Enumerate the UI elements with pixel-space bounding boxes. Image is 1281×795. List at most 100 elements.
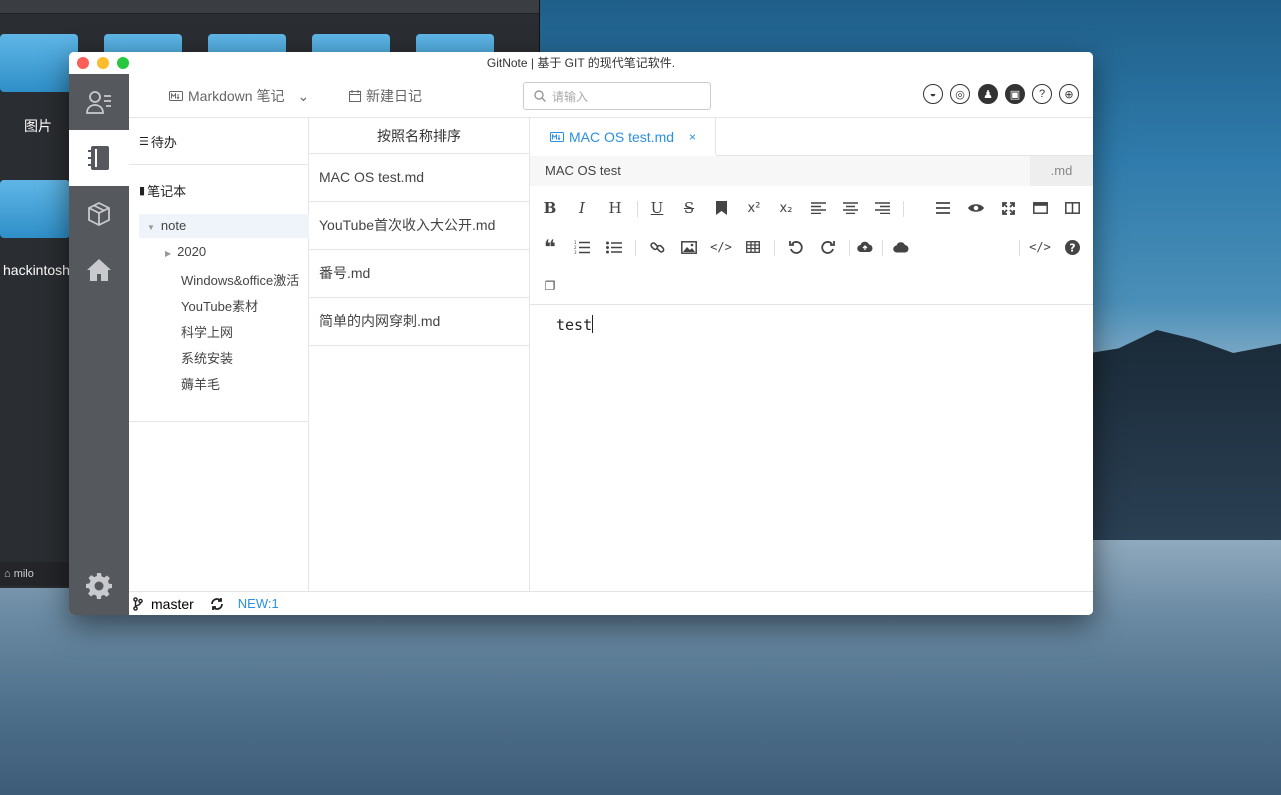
toolbar-separator [635,240,636,256]
branch-name[interactable]: master [151,596,194,612]
maximize-window-button[interactable] [117,57,129,69]
superscript-button[interactable]: x² [743,197,765,219]
pictures-folder-icon[interactable] [0,34,78,92]
editor-panel: MAC OS test.md × MAC OS test .md B I H U… [530,117,1093,591]
settings-nav-button[interactable] [69,558,129,614]
search-input[interactable]: 请输入 [523,82,711,110]
window-titlebar: GitNote | 基于 GIT 的现代笔记软件. [69,52,1093,74]
note-item[interactable]: 简单的内网穿刺.md [309,298,529,346]
bilibili-icon[interactable]: ▣ [1005,84,1025,104]
note-item[interactable]: 番号.md [309,250,529,298]
weibo-icon[interactable]: ◎ [950,84,970,104]
help-button[interactable]: ? [1061,236,1083,258]
copy-button[interactable]: ❐ [539,275,561,297]
image-button[interactable] [678,236,700,258]
unordered-list-button[interactable] [603,236,625,258]
markdown-icon [550,131,564,142]
table-icon [746,241,760,253]
notebook-small-icon: ▮ [139,185,146,197]
minimize-window-button[interactable] [97,57,109,69]
close-tab-icon[interactable]: × [689,130,696,144]
user-list-icon [86,91,111,114]
markdown-icon [169,91,183,101]
markdown-notes-dropdown[interactable]: Markdown 笔记 ⌄ [169,86,309,106]
code-icon: </> [1029,240,1051,254]
note-item[interactable]: YouTube首次收入大公开.md [309,202,529,250]
tab-mac-os-test[interactable]: MAC OS test.md × [530,118,716,155]
close-window-button[interactable] [77,57,89,69]
align-center-button[interactable] [839,197,861,219]
sync-icon[interactable] [210,597,224,611]
gear-icon [86,573,112,599]
gitnote-window: GitNote | 基于 GIT 的现代笔记软件. Markdown 笔记 ⌄ [69,52,1093,615]
markdown-editor[interactable]: test [530,304,1093,592]
status-bar: master NEW:1 [129,591,1093,615]
help-icon[interactable]: ? [1032,84,1052,104]
todo-label: 待办 [150,135,177,150]
toolbar-separator [774,240,775,256]
note-item[interactable]: MAC OS test.md [309,154,529,202]
profile-nav-button[interactable] [69,74,129,130]
cloud-upload-button[interactable] [854,236,876,258]
git-branch-icon [133,596,143,611]
tree-item-2020[interactable]: ▶ 2020 [165,244,206,259]
preview-button[interactable] [965,197,987,219]
code-button[interactable]: </> [710,236,732,258]
app-header: Markdown 笔记 ⌄ 新建日记 请输入 ◒ ◎ ♟ ▣ ? ⊕ [129,74,1093,117]
align-left-button[interactable] [807,197,829,219]
globe-icon[interactable]: ⊕ [1059,84,1079,104]
text-caret [592,315,594,333]
notebook-icon [88,146,109,170]
editor-text-line: test [556,316,593,334]
wechat-icon[interactable]: ◒ [923,84,943,104]
sort-by-name-button[interactable]: 按照名称排序 [309,118,529,154]
bookmark-button[interactable] [710,197,732,219]
align-right-button[interactable] [871,197,893,219]
underline-button[interactable]: U [646,197,668,219]
notebook-section[interactable]: ▮ 笔记本 [139,181,186,200]
finder-path-bar: ⌂ milo [0,562,70,586]
tab-label: MAC OS test.md [569,128,675,145]
heading-button[interactable]: H [604,197,626,219]
qq-icon[interactable]: ♟ [978,84,998,104]
tree-item-windows-office[interactable]: Windows&office激活 [181,270,309,289]
cloud-upload-icon [857,241,873,253]
tree-item-youtube[interactable]: YouTube素材 [181,296,258,315]
subscript-button[interactable]: x₂ [775,197,797,219]
window-title: GitNote | 基于 GIT 的现代笔记软件. [486,56,676,70]
italic-button[interactable]: I [571,197,593,219]
link-button[interactable] [646,236,668,258]
split-view-button[interactable] [1061,197,1083,219]
notebook-nav-button[interactable] [69,130,129,186]
table-button[interactable] [742,236,764,258]
editor-content[interactable]: test [556,315,594,334]
todo-list-icon: ☰ [139,136,149,148]
packages-nav-button[interactable] [69,186,129,242]
todo-section[interactable]: ☰ 待办 [139,132,177,151]
redo-icon [821,241,835,254]
tree-item-system-install[interactable]: 系统安装 [181,348,233,367]
undo-icon [789,241,803,254]
note-title-input[interactable]: MAC OS test [530,156,1030,186]
redo-button[interactable] [817,236,839,258]
hackintosh-folder-icon[interactable] [0,180,70,238]
new-changes-badge[interactable]: NEW:1 [238,596,279,611]
home-nav-button[interactable] [69,242,129,298]
fullscreen-button[interactable] [997,197,1019,219]
notebook-label: 笔记本 [147,184,187,199]
extension-field: .md [1030,156,1093,186]
tree-item-deals[interactable]: 薅羊毛 [181,374,220,393]
tree-item-note[interactable]: ▼ note [139,214,309,238]
strikethrough-button[interactable]: S [678,197,700,219]
cloud-button[interactable] [890,236,912,258]
window-mode-button[interactable] [1029,197,1051,219]
bold-button[interactable]: B [539,197,561,219]
html-view-button[interactable]: </> [1029,236,1051,258]
image-icon [681,240,697,254]
tree-item-proxy[interactable]: 科学上网 [181,322,233,341]
new-diary-button[interactable]: 新建日记 [349,86,422,106]
undo-button[interactable] [785,236,807,258]
ordered-list-button[interactable]: 123 [571,236,593,258]
quote-button[interactable]: ❝ [539,235,561,259]
menu-button[interactable] [932,197,954,219]
